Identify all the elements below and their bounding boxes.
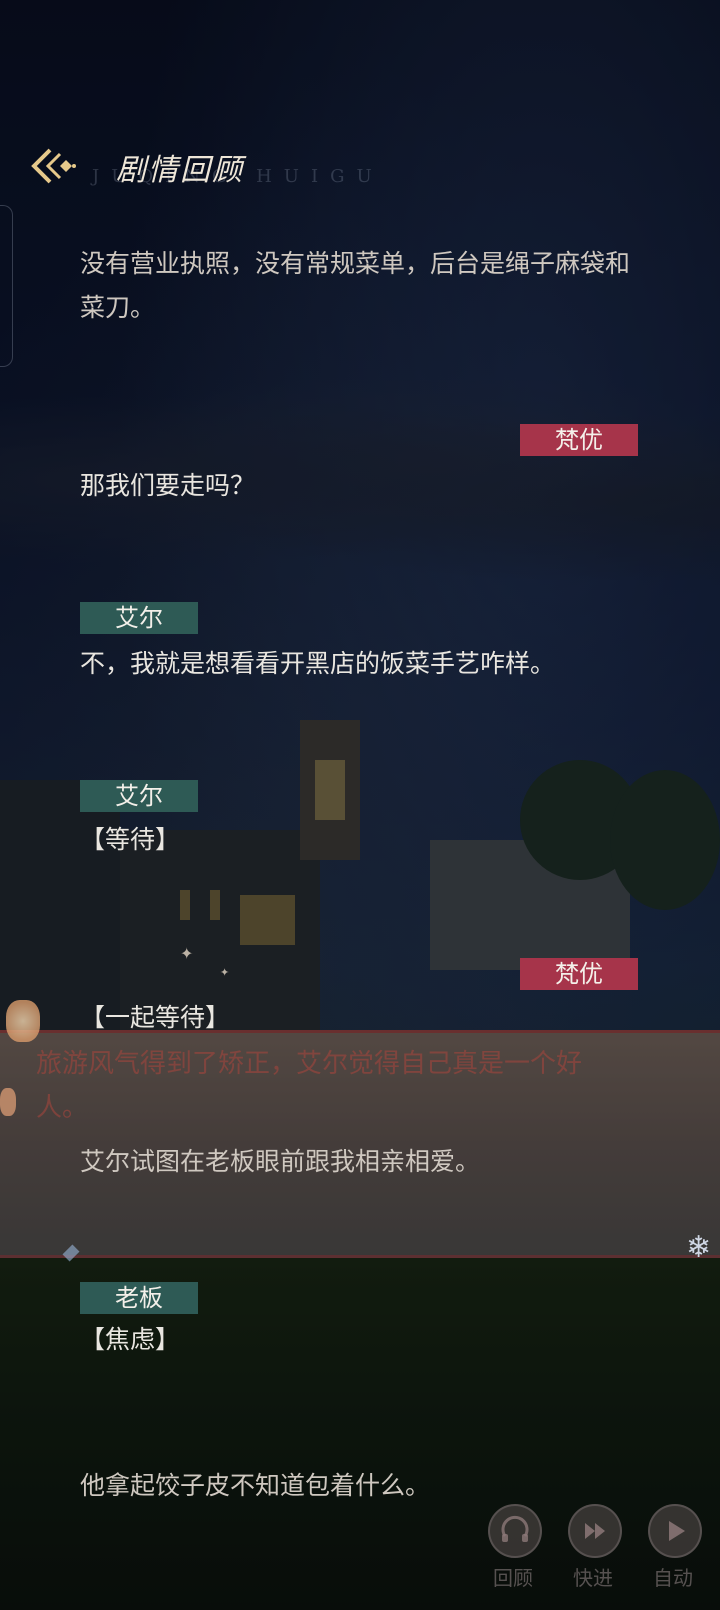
speaker-tag: 艾尔 bbox=[80, 602, 198, 634]
fast-forward-icon bbox=[585, 1523, 605, 1539]
speaker-tag: 梵优 bbox=[520, 424, 638, 456]
side-tab[interactable] bbox=[0, 205, 13, 367]
dialogue-text: 【等待】 bbox=[80, 825, 181, 854]
back-arrow-icon bbox=[31, 148, 76, 184]
fast-forward-button[interactable] bbox=[568, 1504, 622, 1558]
sparkle-icon: ✦ bbox=[220, 966, 230, 979]
dialogue-text: 不，我就是想看看开黑店的饭菜手艺咋样。 bbox=[80, 649, 556, 678]
review-icon bbox=[501, 1515, 529, 1542]
speaker-tag: 艾尔 bbox=[80, 780, 198, 812]
dialogue-text: 那我们要走吗？ bbox=[80, 471, 256, 500]
lantern-decoration bbox=[6, 1000, 40, 1042]
snowflake-icon: ❄ bbox=[686, 1230, 712, 1265]
dialogue-text: 【一起等待】 bbox=[80, 1003, 231, 1032]
narration-text: 他拿起饺子皮不知道包着什么。 bbox=[80, 1471, 431, 1500]
narration-text: 艾尔试图在老板眼前跟我相亲相爱。 bbox=[80, 1147, 481, 1176]
narration-text: 没有营业执照，没有常规菜单，后台是绳子麻袋和菜刀。 bbox=[80, 249, 631, 322]
background-narration-text: 旅游风气得到了矫正，艾尔觉得自己真是一个好 bbox=[36, 1049, 583, 1079]
dialogue-text: 【焦虑】 bbox=[80, 1325, 181, 1354]
review-button[interactable] bbox=[488, 1504, 542, 1558]
page-title: 剧情回顾 bbox=[116, 153, 244, 188]
play-icon bbox=[669, 1521, 685, 1541]
auto-play-label: 自动 bbox=[653, 1566, 693, 1590]
lantern-decoration bbox=[0, 1088, 16, 1116]
review-label: 回顾 bbox=[493, 1566, 533, 1590]
auto-play-button[interactable] bbox=[648, 1504, 702, 1558]
back-button[interactable] bbox=[26, 140, 78, 192]
speaker-tag: 梵优 bbox=[520, 958, 638, 990]
background-narration-text: 人。 bbox=[36, 1093, 89, 1123]
sparkle-icon: ✦ bbox=[180, 944, 194, 963]
fast-forward-label: 快进 bbox=[573, 1566, 613, 1590]
speaker-tag: 老板 bbox=[80, 1282, 198, 1314]
